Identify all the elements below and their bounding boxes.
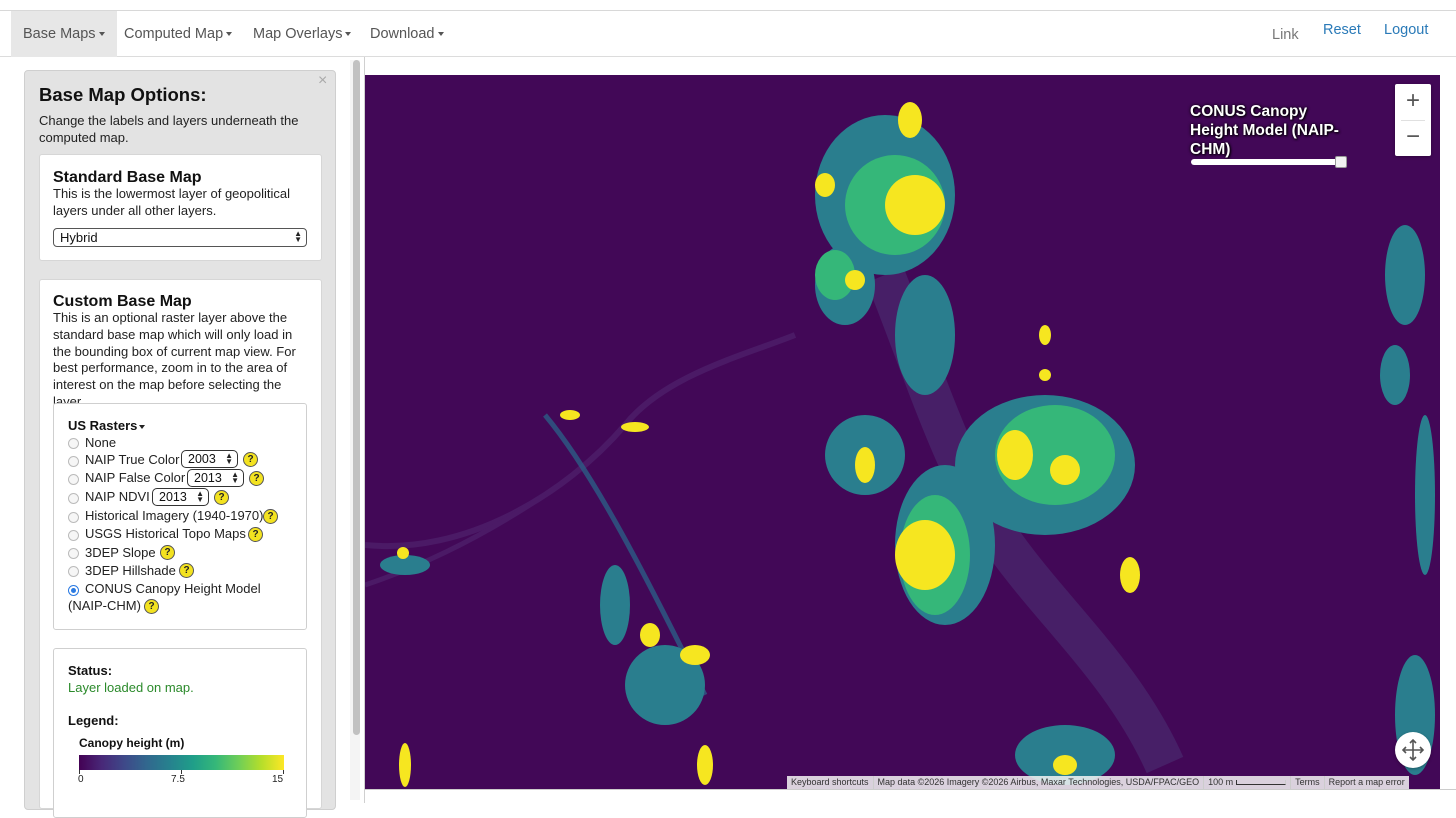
panel-description: Change the labels and layers underneath …	[39, 113, 299, 145]
standard-base-map-title: Standard Base Map	[53, 169, 202, 186]
menu-base-maps[interactable]: Base Maps	[11, 11, 117, 57]
menu-computed-map-label: Computed Map	[124, 26, 224, 42]
standard-base-map-select[interactable]: Hybrid ▲ ▼	[53, 228, 307, 247]
move-arrows-icon	[1401, 738, 1425, 762]
naip-false-color-year-select[interactable]: 2013 ▲ ▼	[187, 469, 244, 487]
radio-naip-false-color-label: NAIP False Color	[85, 470, 186, 485]
map-top-gap	[365, 57, 1440, 75]
radio-conus-chm-label: CONUS Canopy Height Model	[85, 581, 261, 596]
menu-map-overlays-label: Map Overlays	[253, 26, 343, 42]
custom-base-map-description: This is an optional raster layer above t…	[53, 310, 296, 409]
legend-tick-label-max: 15	[272, 774, 284, 785]
help-icon[interactable]: ?	[160, 545, 175, 560]
caret-down-icon	[437, 32, 444, 37]
standard-base-map-description: This is the lowermost layer of geopoliti…	[53, 186, 290, 218]
select-arrows-icon: ▲ ▼	[231, 470, 239, 485]
radio-historical-imagery[interactable]	[68, 512, 79, 523]
radio-3dep-slope[interactable]	[68, 548, 79, 559]
legend-label: Legend:	[68, 713, 119, 728]
sidebar-scrollbar-thumb[interactable]	[353, 60, 360, 735]
custom-base-map-title: Custom Base Map	[53, 293, 192, 310]
zoom-in-button[interactable]: +	[1395, 84, 1431, 120]
radio-3dep-hillshade-label: 3DEP Hillshade	[85, 563, 176, 578]
radio-usgs-topo[interactable]	[68, 530, 79, 541]
caret-down-icon	[345, 32, 352, 37]
opacity-slider-handle[interactable]	[1335, 156, 1347, 168]
select-arrows-icon: ▲ ▼	[294, 229, 302, 244]
radio-conus-chm-label-line2: (NAIP-CHM)	[68, 598, 141, 613]
map-right-margin	[1440, 57, 1456, 803]
report-map-error-link[interactable]: Report a map error	[1325, 776, 1409, 789]
map-layer-title: CONUS Canopy Height Model (NAIP-CHM)	[1190, 103, 1339, 158]
canopy-height-raster	[365, 75, 1440, 789]
status-label: Status:	[68, 663, 113, 678]
help-icon[interactable]: ?	[214, 490, 229, 505]
map-bottom-strip	[365, 789, 1456, 803]
naip-false-color-year: 2013	[194, 471, 222, 485]
radio-3dep-slope-label: 3DEP Slope	[85, 545, 156, 560]
map-data-attribution: Map data ©2026 Imagery ©2026 Airbus, Max…	[874, 776, 1205, 789]
legend-tick	[283, 770, 284, 774]
radio-3dep-hillshade[interactable]	[68, 566, 79, 577]
radio-historical-imagery-label: Historical Imagery (1940-1970)	[85, 508, 264, 523]
zoom-control: + −	[1395, 84, 1431, 156]
radio-naip-true-color-label: NAIP True Color	[85, 452, 180, 467]
naip-true-color-year-select[interactable]: 2003 ▲ ▼	[181, 450, 238, 468]
radio-usgs-topo-label: USGS Historical Topo Maps	[85, 526, 246, 541]
help-icon[interactable]: ?	[243, 452, 258, 467]
menu-computed-map[interactable]: Computed Map	[124, 11, 233, 57]
caret-down-icon	[98, 32, 105, 37]
us-rasters-label: US Rasters	[68, 418, 138, 433]
menu-base-maps-label: Base Maps	[23, 26, 96, 42]
radio-naip-ndvi-label: NAIP NDVI	[85, 489, 150, 504]
radio-naip-true-color[interactable]	[68, 456, 79, 467]
zoom-out-button[interactable]: −	[1395, 120, 1431, 156]
map-canvas[interactable]	[365, 75, 1440, 789]
select-arrows-icon: ▲ ▼	[196, 489, 204, 504]
logout-button[interactable]: Logout	[1384, 7, 1428, 53]
legend-colorbar	[79, 755, 284, 770]
map-scale[interactable]: 100 m	[1204, 776, 1292, 789]
map-scale-label: 100 m	[1208, 777, 1234, 787]
keyboard-shortcuts-link[interactable]: Keyboard shortcuts	[787, 776, 874, 789]
close-icon[interactable]: ×	[318, 72, 327, 90]
radio-naip-false-color[interactable]	[68, 474, 79, 485]
naip-ndvi-year: 2013	[159, 490, 187, 504]
top-navbar: Base Maps Computed Map Map Overlays Down…	[0, 10, 1456, 57]
select-arrows-icon: ▲ ▼	[225, 451, 233, 466]
naip-ndvi-year-select[interactable]: 2013 ▲ ▼	[152, 488, 209, 506]
radio-none[interactable]	[68, 438, 79, 449]
menu-download-label: Download	[370, 26, 435, 42]
map-attribution: Keyboard shortcuts Map data ©2026 Imagery…	[787, 776, 1409, 789]
opacity-slider[interactable]	[1191, 159, 1343, 165]
terms-link[interactable]: Terms	[1291, 776, 1325, 789]
legend-title: Canopy height (m)	[79, 736, 185, 750]
help-icon[interactable]: ?	[144, 599, 159, 614]
menu-download[interactable]: Download	[370, 11, 444, 57]
naip-true-color-year: 2003	[188, 452, 216, 466]
help-icon[interactable]: ?	[249, 471, 264, 486]
reset-button[interactable]: Reset	[1323, 7, 1361, 53]
panel-title: Base Map Options:	[39, 84, 207, 105]
us-rasters-dropdown[interactable]: US Rasters	[68, 418, 146, 433]
help-icon[interactable]: ?	[248, 527, 263, 542]
radio-none-label: None	[85, 435, 117, 450]
help-icon[interactable]: ?	[179, 563, 194, 578]
standard-base-map-value: Hybrid	[60, 230, 98, 245]
caret-down-icon	[139, 424, 146, 429]
caret-down-icon	[226, 32, 233, 37]
menu-map-overlays[interactable]: Map Overlays	[253, 11, 352, 57]
help-icon[interactable]: ?	[263, 509, 278, 524]
legend-tick-label-mid: 7.5	[171, 774, 185, 785]
radio-naip-ndvi[interactable]	[68, 493, 79, 504]
status-text: Layer loaded on map.	[68, 680, 194, 695]
scale-bar	[1236, 780, 1287, 786]
radio-conus-chm[interactable]	[68, 585, 79, 596]
pan-control[interactable]	[1395, 732, 1431, 768]
legend-tick-label-min: 0	[78, 774, 84, 785]
link-button[interactable]: Link	[1272, 12, 1299, 58]
